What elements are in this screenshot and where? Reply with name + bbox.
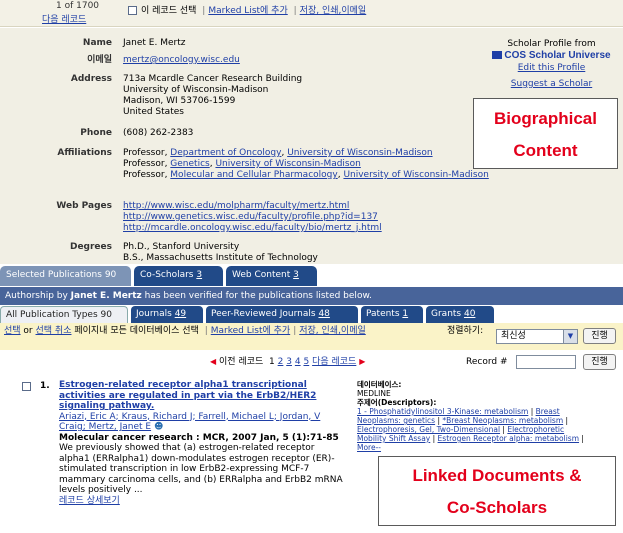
current-page: 1 [269,357,275,367]
address-line: Madison, WI 53706-1599 [123,96,236,106]
biographical-content-callout: Biographical Content [473,98,618,169]
select-link[interactable]: 선택 [4,326,21,336]
record-number-input[interactable] [516,355,576,369]
web-page-link[interactable]: http://mcardle.oncology.wisc.edu/faculty… [123,223,382,233]
person-icon[interactable]: ☻ [154,422,163,432]
sort-go-button[interactable]: 진행 [583,328,616,344]
tab-grants[interactable]: Grants 40 [426,306,494,323]
database-value: MEDLINE [357,389,391,398]
add-marked-list-link[interactable]: Marked List에 추가 [211,326,290,336]
result-metadata: 데이터베이스: MEDLINE 주제어(Descriptors): 1 - Ph… [357,380,587,452]
address-line: United States [123,107,184,117]
degree-item: Ph.D., Stanford University [123,242,240,252]
descriptor-link[interactable]: *Breast Neoplasms: metabolism [442,416,563,425]
profile-header: Scholar Profile from [507,39,596,49]
publication-result: 1. Estrogen-related receptor alpha1 tran… [0,378,623,533]
descriptors-label: 주제어(Descriptors): [357,398,437,407]
tab-peer-reviewed-journals[interactable]: Peer-Reviewed Journals 48 [206,306,358,323]
sort-label: 정렬하기: [447,326,484,336]
linked-documents-callout: Linked Documents & Co-Scholars [378,456,616,526]
save-print-email-link[interactable]: 저장, 인쇄,이메일 [300,6,367,16]
affiliation-item: Professor, Genetics, University of Wisco… [123,159,361,169]
affiliation-item: Professor, Molecular and Cellular Pharma… [123,170,489,180]
phone-value: (608) 262-2383 [123,128,194,138]
triangle-right-icon: ▶ [359,357,366,366]
top-actions: 이 레코드 선택 | Marked List에 추가 | 저장, 인쇄,이메일 [128,3,366,16]
result-authors[interactable]: Ariazi, Eric A; Kraus, Richard J; Farrel… [59,412,320,433]
view-record-details-link[interactable]: 레코드 상세보기 [59,496,120,506]
page-link[interactable]: 2 [278,357,284,367]
result-checkbox[interactable] [22,382,31,391]
triangle-left-icon: ◀ [210,357,217,366]
sort-select[interactable]: 최신성 ▼ [496,329,578,344]
scholar-profile-box: Scholar Profile from COS Scholar Univers… [484,38,619,90]
suggest-scholar-link[interactable]: Suggest a Scholar [511,79,592,89]
add-to-marked-list-link[interactable]: Marked List에 추가 [208,6,287,16]
affiliation-inst-link[interactable]: University of Wisconsin-Madison [343,170,488,180]
degree-item: B.S., Massachusetts Institute of Technol… [123,253,318,263]
tab-selected-publications[interactable]: Selected Publications 90 [0,266,131,286]
main-tabs: Selected Publications 90 Co-Scholars 3 W… [0,264,623,287]
next-record-page-link[interactable]: 다음 레코드 [312,357,356,367]
record-go-button[interactable]: 진행 [583,354,616,370]
result-title-link[interactable]: Estrogen-related receptor alpha1 transcr… [59,380,316,411]
result-body: Estrogen-related receptor alpha1 transcr… [59,380,343,506]
result-source: Molecular cancer research : MCR, 2007 Ja… [59,432,339,443]
biographical-section: Name Janet E. Mertz 이메일 mertz@oncology.w… [0,28,623,264]
cos-logo-icon [492,51,503,60]
select-record-label: 이 레코드 선택 [141,6,197,16]
prev-record-label: 이전 레코드 [219,357,264,367]
more-descriptors-link[interactable]: More-- [357,443,381,452]
selection-action-bar: 선택 or 선택 취소 페이지내 모든 데이터베이스 선택 | Marked Li… [0,323,623,350]
pager: ◀ 이전 레코드 1 2 3 4 5 다음 레코드 ▶ Record # 진행 [0,352,623,372]
affiliation-inst-link[interactable]: University of Wisconsin-Madison [287,148,432,158]
record-count: 1 of 1700 [56,1,100,11]
result-abstract: We previously showed that (a) estrogen-r… [59,443,343,495]
address-line: 713a Mcardle Cancer Research Building [123,74,303,84]
address-line: University of Wisconsin-Madison [123,85,269,95]
web-page-link[interactable]: http://www.wisc.edu/molpharm/faculty/mer… [123,201,349,211]
deselect-link[interactable]: 선택 취소 [36,326,72,336]
tab-journals[interactable]: Journals 49 [131,306,203,323]
affiliation-dept-link[interactable]: Genetics [170,159,209,169]
edit-profile-link[interactable]: Edit this Profile [518,63,586,73]
authorship-banner: Authorship by Janet E. Mertz has been ve… [0,287,623,305]
cos-scholar-universe-logo: COS Scholar Universe [484,50,619,62]
record-nav-bar: 1 of 1700 다음 레코드 이 레코드 선택 | Marked List에 … [0,0,623,27]
email-link[interactable]: mertz@oncology.wisc.edu [123,55,240,65]
next-record-link[interactable]: 다음 레코드 [42,12,86,25]
affiliation-inst-link[interactable]: University of Wisconsin-Madison [215,159,360,169]
descriptor-list: 1 - Phosphatidylinositol 3-Kinase: metab… [357,407,584,452]
tab-web-content[interactable]: Web Content 3 [226,266,317,286]
record-number-label: Record # [466,357,508,367]
affiliation-dept-link[interactable]: Molecular and Cellular Pharmacology [170,170,337,180]
page-link[interactable]: 5 [303,357,309,367]
affiliation-dept-link[interactable]: Department of Oncology [170,148,281,158]
tab-co-scholars[interactable]: Co-Scholars 3 [134,266,223,286]
descriptor-link[interactable]: Electrophoresis, Gel, Two-Dimensional [357,425,500,434]
database-label: 데이터베이스: [357,380,402,389]
tab-patents[interactable]: Patents 1 [361,306,423,323]
descriptor-link[interactable]: 1 - Phosphatidylinositol 3-Kinase: metab… [357,407,528,416]
affiliation-item: Professor, Department of Oncology, Unive… [123,148,433,158]
descriptor-link[interactable]: Estrogen Receptor alpha: metabolism [438,434,579,443]
result-number: 1. [40,381,50,391]
publication-type-tabs: All Publication Types 90 Journals 49 Pee… [0,305,623,323]
web-page-link[interactable]: http://www.genetics.wisc.edu/faculty/pro… [123,212,378,222]
name-value: Janet E. Mertz [123,38,186,48]
page-link[interactable]: 3 [286,357,292,367]
page-link[interactable]: 4 [295,357,301,367]
selection-actions: 선택 or 선택 취소 페이지내 모든 데이터베이스 선택 | Marked Li… [4,326,366,336]
select-record-checkbox[interactable] [128,6,137,15]
chevron-down-icon: ▼ [563,330,577,343]
save-print-email-link-2[interactable]: 저장, 인쇄,이메일 [299,326,366,336]
pager-nav: ◀ 이전 레코드 1 2 3 4 5 다음 레코드 ▶ [210,352,365,372]
tab-all-publication-types[interactable]: All Publication Types 90 [0,306,128,323]
